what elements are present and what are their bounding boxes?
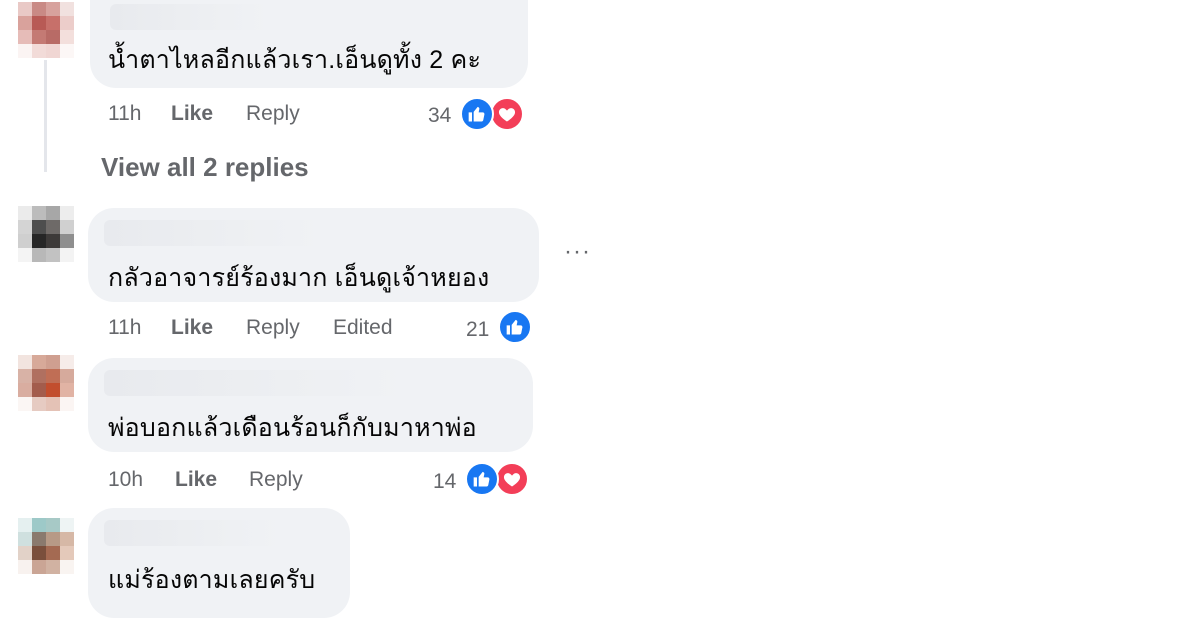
author-name-blurred[interactable]: [110, 4, 270, 30]
like-reaction-icon[interactable]: [498, 310, 532, 344]
love-reaction-icon[interactable]: [495, 462, 529, 496]
thread-connector: [44, 60, 47, 172]
comment-bubble: กลัวอาจารย์ร้องมาก เอ็นดูเจ้าหยอง: [88, 208, 539, 302]
avatar[interactable]: [18, 355, 74, 411]
like-button[interactable]: Like: [171, 316, 213, 340]
like-button[interactable]: Like: [175, 468, 217, 492]
like-reaction-icon[interactable]: [460, 97, 494, 131]
comment-time[interactable]: 11h: [108, 102, 141, 126]
love-reaction-icon[interactable]: [490, 97, 524, 131]
avatar[interactable]: [18, 206, 74, 262]
avatar[interactable]: [18, 2, 74, 58]
comment-time[interactable]: 10h: [108, 468, 143, 492]
like-reaction-icon[interactable]: [465, 462, 499, 496]
reply-button[interactable]: Reply: [249, 468, 303, 492]
author-name-blurred[interactable]: [104, 370, 408, 396]
comment-text: น้ำตาไหลอีกแล้วเรา.เอ็นดูทั้ง 2 คะ: [108, 46, 482, 74]
more-options-icon[interactable]: ···: [564, 238, 591, 266]
comment-bubble: แม่ร้องตามเลยครับ: [88, 508, 350, 618]
comment-bubble: น้ำตาไหลอีกแล้วเรา.เอ็นดูทั้ง 2 คะ: [90, 0, 528, 88]
author-name-blurred[interactable]: [104, 520, 282, 546]
comment-text: กลัวอาจารย์ร้องมาก เอ็นดูเจ้าหยอง: [108, 264, 490, 292]
avatar[interactable]: [18, 518, 74, 574]
edited-label: Edited: [333, 316, 393, 339]
author-name-blurred[interactable]: [104, 220, 322, 246]
view-replies-link[interactable]: View all 2 replies: [101, 152, 309, 183]
reaction-count[interactable]: 21: [466, 318, 489, 342]
reaction-count[interactable]: 34: [428, 104, 451, 128]
reaction-count[interactable]: 14: [433, 470, 456, 494]
like-button[interactable]: Like: [171, 102, 213, 126]
reply-button[interactable]: Reply: [246, 316, 300, 340]
reply-button[interactable]: Reply: [246, 102, 300, 126]
comment-text: พ่อบอกแล้วเดือนร้อนก็กับมาหาพ่อ: [108, 414, 477, 442]
comment-text: แม่ร้องตามเลยครับ: [108, 566, 316, 594]
comment-time[interactable]: 11h: [108, 316, 141, 340]
comment-bubble: พ่อบอกแล้วเดือนร้อนก็กับมาหาพ่อ: [88, 358, 533, 452]
